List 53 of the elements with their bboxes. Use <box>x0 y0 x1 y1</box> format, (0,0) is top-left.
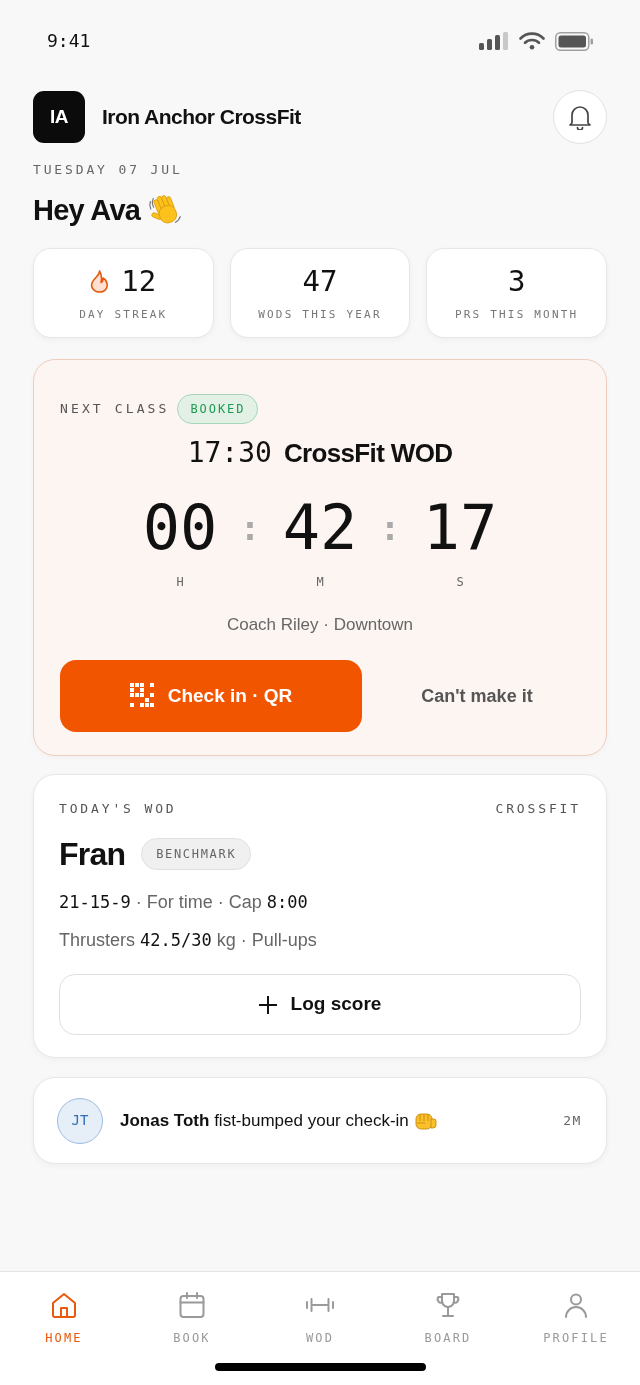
fist-bump-icon <box>414 1110 437 1131</box>
nav-tab[interactable]: WOD <box>256 1272 384 1346</box>
decline-button[interactable]: Can't make it <box>417 676 537 716</box>
countdown-unit: H <box>176 574 184 590</box>
waving-hand-icon <box>148 193 183 227</box>
wod-name: Fran <box>59 835 126 874</box>
clock-time: 9:41 <box>47 30 91 52</box>
gym-logo: IA <box>33 91 85 143</box>
nav-tab[interactable]: BOARD <box>384 1272 512 1346</box>
bell-icon <box>568 104 592 130</box>
calendar-icon <box>177 1290 207 1320</box>
wifi-icon <box>519 32 545 50</box>
signal-icon <box>479 32 509 50</box>
gym-name: Iron Anchor CrossFit <box>102 104 301 130</box>
activity-time: 2M <box>563 1111 582 1130</box>
stat-value: 3 <box>507 264 526 298</box>
status-badge: BOOKED <box>177 394 259 424</box>
stat-value: 47 <box>302 264 338 298</box>
nav-tab[interactable]: PROFILE <box>512 1272 640 1346</box>
log-score-button[interactable]: Log score <box>59 974 581 1035</box>
wod-category: CROSSFIT <box>495 800 581 818</box>
nav-tab[interactable]: HOME <box>0 1272 128 1346</box>
workout-detail: Thrusters 42.5/30 kg · Pull-ups <box>59 929 317 952</box>
class-time: 17:30 <box>187 436 272 470</box>
countdown-separator: : <box>379 508 401 548</box>
countdown-value: 00 <box>142 496 218 560</box>
countdown-separator: : <box>239 508 261 548</box>
stat-value: 12 <box>121 264 157 298</box>
class-name: CrossFit WOD <box>283 437 453 470</box>
countdown-unit: M <box>316 574 324 590</box>
nav-tab[interactable]: BOOK <box>128 1272 256 1346</box>
stat-label: WODS THIS YEAR <box>258 308 382 322</box>
workout-detail: 21-15-9 · For time · Cap 8:00 <box>59 891 308 914</box>
date-label: TUESDAY 07 JUL <box>33 161 183 179</box>
check-in-button[interactable]: Check in · QR <box>60 660 362 732</box>
qr-code-icon <box>129 683 156 709</box>
battery-icon <box>555 31 593 51</box>
benchmark-badge: BENCHMARK <box>141 838 252 870</box>
avatar: JT <box>57 1097 103 1144</box>
home-icon <box>49 1290 79 1320</box>
activity-text: Jonas Toth fist-bumped your check-in <box>120 1109 409 1132</box>
class-details: Coach Riley · Downtown <box>226 614 414 636</box>
flame-icon <box>90 269 110 293</box>
countdown-value: 42 <box>282 496 358 560</box>
greeting-text: Hey Ava <box>33 193 141 228</box>
countdown-value: 17 <box>422 496 498 560</box>
plus-icon <box>258 995 277 1014</box>
section-label: NEXT CLASS <box>60 400 170 418</box>
stat-label: DAY STREAK <box>79 308 168 322</box>
stat-label: PRS THIS MONTH <box>454 308 579 322</box>
section-label: TODAY'S WOD <box>59 800 177 818</box>
notifications-button[interactable] <box>553 90 607 144</box>
countdown-unit: S <box>456 574 464 590</box>
